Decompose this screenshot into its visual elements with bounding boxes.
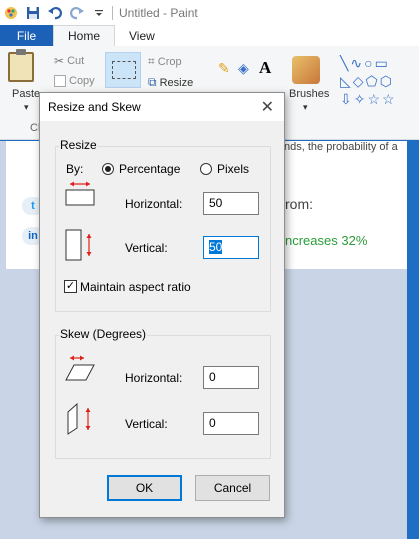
skew-vertical-input[interactable]: 0 [203,412,259,435]
redo-icon[interactable] [68,4,86,22]
undo-icon[interactable] [46,4,64,22]
title-bar: Untitled - Paint [0,0,419,25]
maintain-aspect-label[interactable]: Maintain aspect ratio [80,280,191,294]
canvas-text-increase: ncreases 32% [285,233,368,248]
pixels-label[interactable]: Pixels [217,162,249,176]
resize-horizontal-icon [65,181,95,206]
paste-dropdown-icon[interactable]: ▾ [24,102,29,113]
cut-label: Cut [67,55,85,67]
ribbon-tabs: File Home View [0,25,419,46]
resize-group-label: Resize [59,138,98,152]
by-label: By: [66,162,84,176]
copy-label: Copy [69,75,95,87]
cut-button[interactable]: ✂ Cut [54,54,84,68]
copy-button[interactable]: Copy [54,75,95,87]
pixels-radio[interactable] [200,163,212,175]
pencil-icon[interactable]: ✎ [218,60,230,77]
resize-horizontal-input[interactable]: 50 [203,192,259,215]
canvas-text-line: nds, the probability of a [284,141,398,153]
scissors-icon: ✂ [54,54,65,68]
resize-vertical-input[interactable]: 50 [203,236,259,259]
title-separator [112,5,113,20]
skew-group: Skew (Degrees) Horizontal: 0 Vertical: 0 [55,327,271,459]
ok-button[interactable]: OK [107,475,182,501]
quick-access-toolbar [0,4,108,22]
dialog-title: Resize and Skew [48,100,141,114]
resize-icon: ⧉ [148,75,157,89]
crop-button[interactable]: ⌗ Crop [148,54,182,69]
tab-view[interactable]: View [115,25,169,46]
resize-button[interactable]: ⧉ Resize [148,75,193,90]
crop-label: Crop [157,55,182,68]
shapes-gallery[interactable]: ╲∿○▭ ◺◇⬠⬡ ⇩✧☆☆ [340,54,418,114]
skew-vertical-label: Vertical: [125,417,168,431]
resize-skew-dialog: Resize and Skew ✕ Resize By: Percentage … [39,92,285,518]
window-title: Untitled - Paint [119,5,198,20]
skew-horizontal-label: Horizontal: [125,371,183,385]
copy-icon [54,75,66,87]
resize-label: Resize [159,76,194,89]
paint-app-icon[interactable] [2,4,20,22]
tab-home[interactable]: Home [53,25,116,46]
brushes-dropdown-icon[interactable]: ▾ [303,102,308,113]
skew-group-label: Skew (Degrees) [59,327,148,341]
percentage-label[interactable]: Percentage [119,162,180,176]
resize-vertical-value: 50 [209,240,223,254]
dialog-titlebar: Resize and Skew ✕ [40,93,284,121]
brushes-label: Brushes [289,88,330,100]
cancel-button[interactable]: Cancel [195,475,270,501]
skew-vertical-icon [67,402,91,435]
paste-label: Paste [12,88,41,100]
resize-vertical-icon [65,229,92,261]
brushes-icon[interactable] [292,56,320,84]
close-icon[interactable]: ✕ [261,97,274,117]
text-icon[interactable]: A [259,58,271,78]
tab-file[interactable]: File [0,25,53,46]
select-button[interactable] [105,52,141,88]
crop-icon: ⌗ [148,54,155,68]
fill-icon[interactable]: ◈ [238,60,249,77]
maintain-aspect-checkbox[interactable]: ✓ [64,280,77,293]
canvas-text-from: rom: [285,196,313,212]
skew-horizontal-icon [65,355,95,381]
resize-group: Resize By: Percentage Pixels Horizontal:… [55,138,271,312]
window-border [407,141,419,539]
customize-toolbar-icon[interactable] [90,4,108,22]
resize-horizontal-label: Horizontal: [125,197,183,211]
resize-vertical-label: Vertical: [125,241,168,255]
percentage-radio[interactable] [102,163,114,175]
skew-horizontal-input[interactable]: 0 [203,366,259,389]
clipboard-icon [8,49,34,82]
save-icon[interactable] [24,4,42,22]
